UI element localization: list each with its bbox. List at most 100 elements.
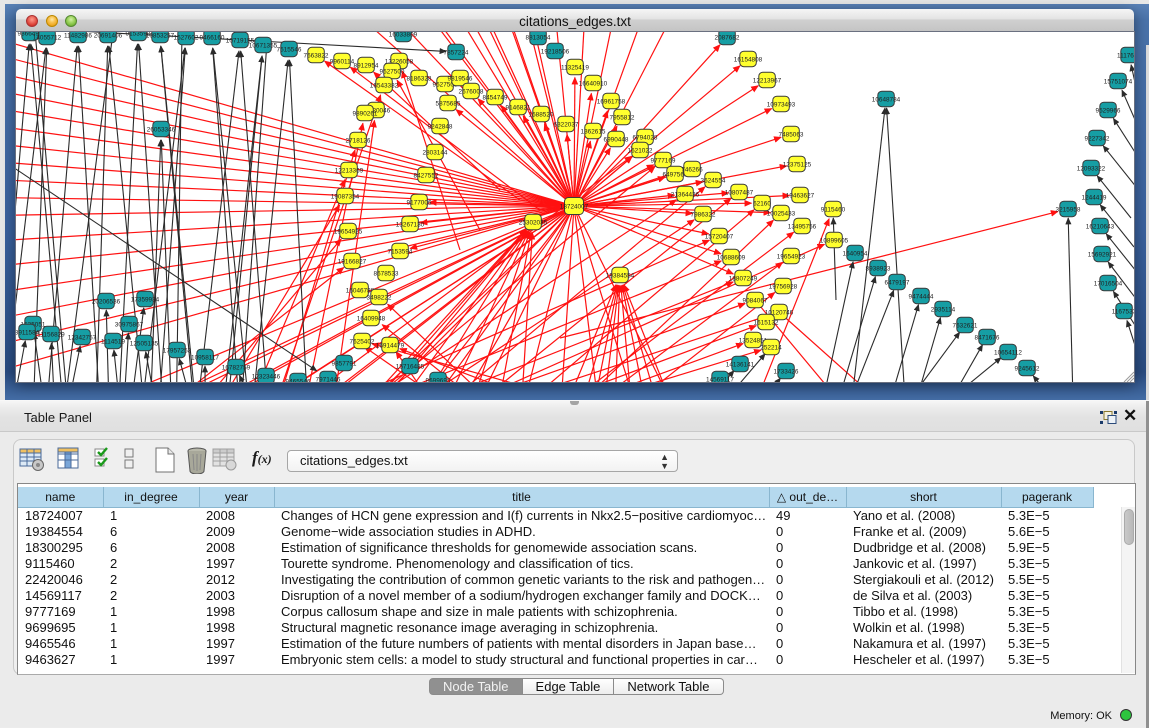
svg-text:6794028: 6794028 xyxy=(633,134,658,141)
svg-text:3498222: 3498222 xyxy=(367,294,392,301)
svg-text:3911584: 3911584 xyxy=(16,329,40,336)
svg-text:20206536: 20206536 xyxy=(92,298,121,305)
svg-text:15716485: 15716485 xyxy=(396,363,425,370)
svg-text:16409948: 16409948 xyxy=(357,315,386,322)
svg-text:7971446: 7971446 xyxy=(316,376,341,382)
svg-text:2803144: 2803144 xyxy=(423,149,448,156)
svg-text:12375125: 12375125 xyxy=(783,161,812,168)
svg-text:1588520: 1588520 xyxy=(529,111,554,118)
svg-text:13267130: 13267130 xyxy=(396,221,425,228)
svg-text:16210643: 16210643 xyxy=(1086,223,1115,230)
svg-text:8454749: 8454749 xyxy=(483,94,508,101)
svg-text:8938923: 8938923 xyxy=(866,265,891,272)
svg-text:12213967: 12213967 xyxy=(753,77,782,84)
svg-text:19087354: 19087354 xyxy=(331,193,360,200)
svg-text:62160: 62160 xyxy=(753,200,771,207)
svg-text:9699695: 9699695 xyxy=(426,377,451,382)
svg-text:6322037: 6322037 xyxy=(554,121,579,128)
svg-text:30975867: 30975867 xyxy=(115,321,144,328)
svg-text:9890261: 9890261 xyxy=(353,110,378,117)
svg-text:12093322: 12093322 xyxy=(1077,165,1106,172)
svg-text:8813054: 8813054 xyxy=(526,34,551,41)
svg-text:16154808: 16154808 xyxy=(734,56,763,63)
svg-text:1244419: 1244419 xyxy=(1082,194,1107,201)
svg-text:9115460: 9115460 xyxy=(821,206,846,213)
svg-text:5875685: 5875685 xyxy=(436,100,461,107)
svg-text:1527602: 1527602 xyxy=(174,34,199,41)
svg-text:11482986: 11482986 xyxy=(64,32,92,39)
svg-text:8186328: 8186328 xyxy=(407,75,432,82)
svg-text:1117604: 1117604 xyxy=(1117,52,1134,59)
svg-text:20691406: 20691406 xyxy=(94,32,123,39)
svg-text:8912954: 8912954 xyxy=(354,62,379,69)
svg-text:1640954: 1640954 xyxy=(843,250,868,257)
svg-text:12505135: 12505135 xyxy=(130,340,159,347)
svg-text:11325419: 11325419 xyxy=(561,64,589,71)
svg-text:9084067: 9084067 xyxy=(743,297,768,304)
svg-text:7515546: 7515546 xyxy=(277,46,302,53)
svg-text:16543382: 16543382 xyxy=(370,82,399,89)
svg-text:9960114: 9960114 xyxy=(330,58,355,65)
svg-text:17359934: 17359934 xyxy=(131,296,160,303)
svg-text:10853257: 10853257 xyxy=(146,32,175,39)
svg-text:12342757: 12342757 xyxy=(68,334,97,341)
svg-text:26053346: 26053346 xyxy=(147,126,176,133)
svg-text:1621022: 1621022 xyxy=(628,147,653,154)
svg-text:1167533: 1167533 xyxy=(1112,308,1134,315)
svg-text:10958117: 10958117 xyxy=(191,354,219,361)
svg-text:7625402: 7625402 xyxy=(350,338,375,345)
svg-text:9819546: 9819546 xyxy=(448,75,473,82)
svg-text:9777169: 9777169 xyxy=(651,157,676,164)
svg-text:3215958: 3215958 xyxy=(1056,206,1081,213)
svg-text:10025433: 10025433 xyxy=(767,210,796,217)
svg-text:18724007: 18724007 xyxy=(560,203,589,210)
svg-text:19384554: 19384554 xyxy=(606,272,635,279)
svg-text:9474444: 9474444 xyxy=(909,293,934,300)
svg-text:19463627: 19463627 xyxy=(786,192,815,199)
svg-text:19756928: 19756928 xyxy=(769,283,798,290)
svg-text:9857791: 9857791 xyxy=(332,360,357,367)
svg-text:10899605: 10899605 xyxy=(820,237,849,244)
svg-text:10688609: 10688609 xyxy=(717,254,746,261)
svg-text:7485063: 7485063 xyxy=(779,131,804,138)
svg-text:16782759: 16782759 xyxy=(222,364,251,371)
svg-text:14055712: 14055712 xyxy=(33,34,62,41)
svg-text:8427552: 8427552 xyxy=(414,172,439,179)
svg-text:12323446: 12323446 xyxy=(252,373,281,380)
svg-text:17016504: 17016504 xyxy=(1094,280,1123,287)
svg-text:10807487: 10807487 xyxy=(725,189,754,196)
svg-text:7955812: 7955812 xyxy=(610,114,635,121)
svg-text:14136141: 14136141 xyxy=(726,361,755,368)
svg-text:10648784: 10648784 xyxy=(872,96,901,103)
svg-text:10973493: 10973493 xyxy=(767,101,796,108)
svg-text:10654112: 10654112 xyxy=(994,349,1022,356)
svg-text:2718126: 2718126 xyxy=(346,137,371,144)
svg-text:9242848: 9242848 xyxy=(428,123,453,130)
svg-text:6479197: 6479197 xyxy=(885,279,910,286)
svg-text:16914479: 16914479 xyxy=(376,342,405,349)
svg-text:3624554: 3624554 xyxy=(701,177,726,184)
svg-text:9527500: 9527500 xyxy=(380,68,405,75)
svg-text:15720407: 15720407 xyxy=(705,233,734,240)
svg-text:8471676: 8471676 xyxy=(975,334,1000,341)
svg-text:19654925: 19654925 xyxy=(334,228,363,235)
svg-text:19218506: 19218506 xyxy=(541,48,570,55)
svg-text:16640910: 16640910 xyxy=(579,80,608,87)
svg-text:1615132: 1615132 xyxy=(754,319,779,326)
svg-text:746266: 746266 xyxy=(681,166,703,173)
svg-text:25302035: 25302035 xyxy=(519,219,548,226)
svg-text:6990448: 6990448 xyxy=(604,136,629,143)
svg-text:9529966: 9529966 xyxy=(1096,107,1121,114)
svg-text:12213369: 12213369 xyxy=(335,167,364,174)
svg-text:252214: 252214 xyxy=(760,344,782,351)
svg-text:19166827: 19166827 xyxy=(338,258,367,265)
svg-text:21364436: 21364436 xyxy=(671,191,700,198)
svg-text:2087682: 2087682 xyxy=(715,34,740,41)
svg-text:1114519: 1114519 xyxy=(101,338,125,345)
svg-text:9227342: 9227342 xyxy=(1085,135,1110,142)
svg-text:7857224: 7857224 xyxy=(444,49,469,56)
svg-text:9466160: 9466160 xyxy=(200,34,225,41)
svg-text:1733426: 1733426 xyxy=(774,368,799,375)
svg-text:2935114: 2935114 xyxy=(931,306,956,313)
svg-text:9177006: 9177006 xyxy=(407,199,432,206)
